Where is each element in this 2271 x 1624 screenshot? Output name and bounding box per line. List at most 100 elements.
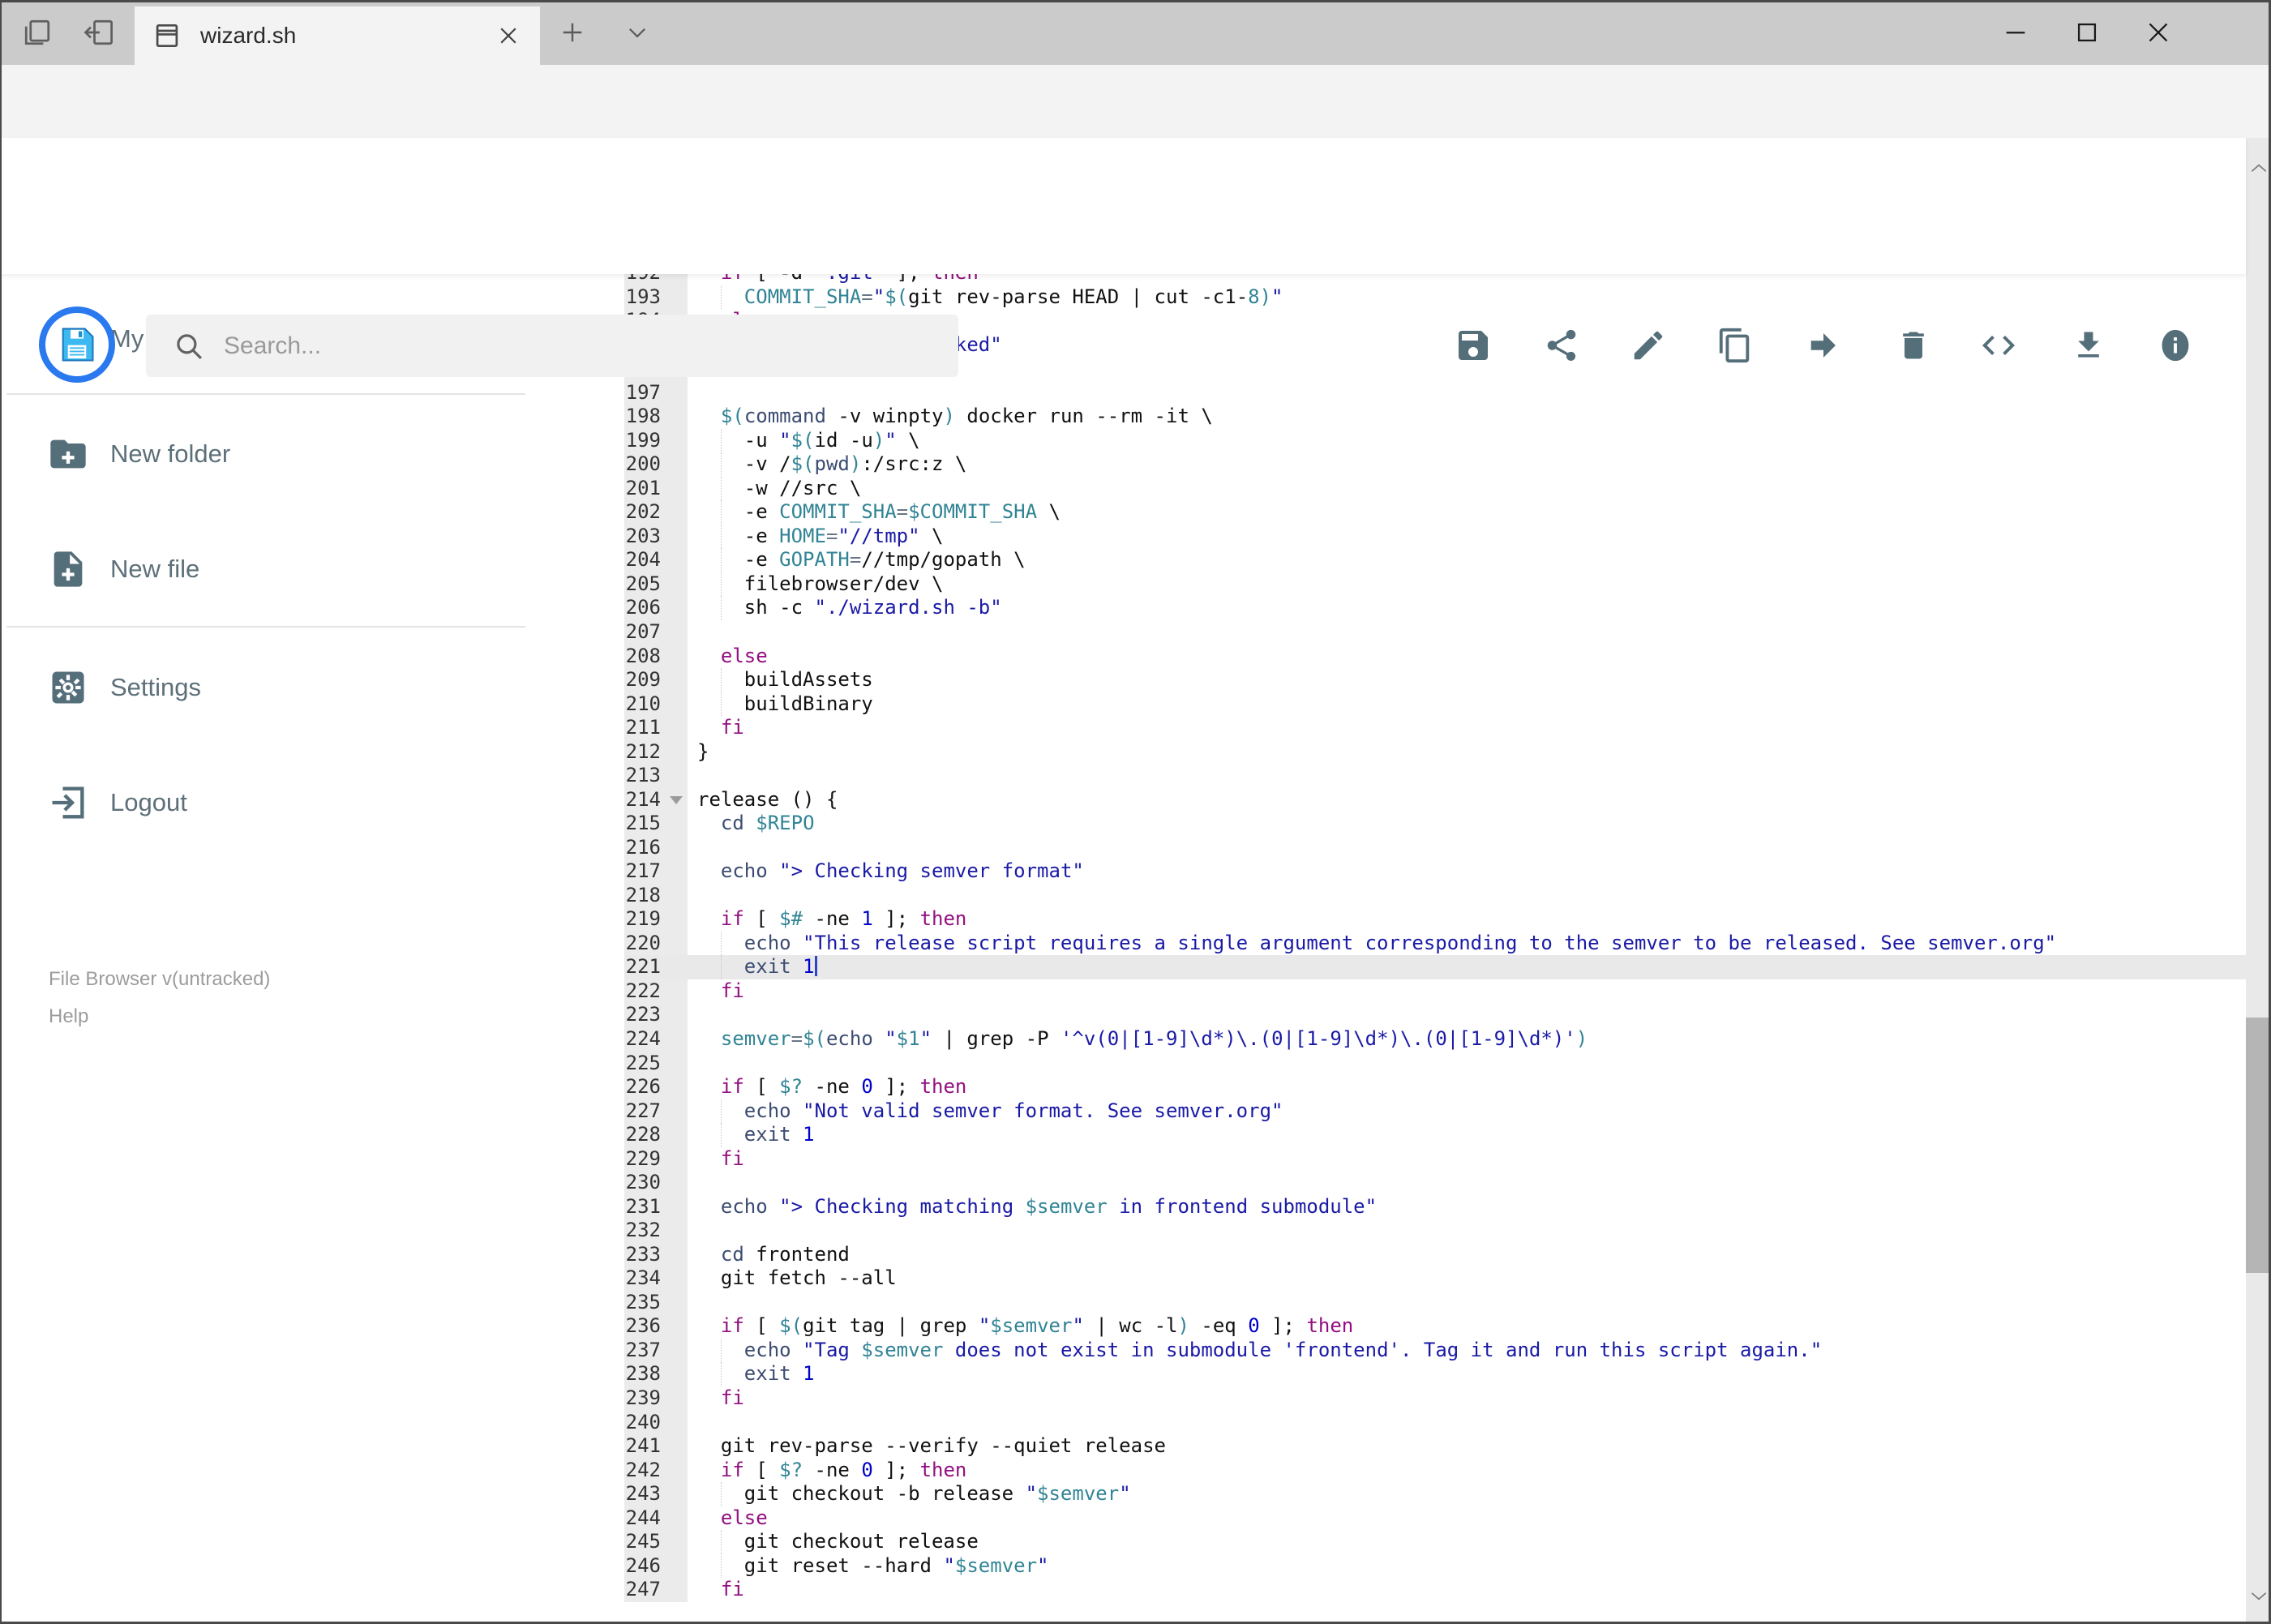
- tab-list-button[interactable]: [613, 13, 662, 52]
- tab-preview-button[interactable]: [13, 13, 62, 52]
- raw-code-button[interactable]: [1976, 323, 2021, 368]
- line-number: 235: [624, 1290, 688, 1315]
- set-tabs-aside-button[interactable]: [75, 13, 123, 52]
- search-box[interactable]: [146, 315, 958, 377]
- tab-close-icon[interactable]: [496, 24, 521, 48]
- code-editor[interactable]: 192 if [ -d ".git" ]; then193 COMMIT_SHA…: [624, 274, 2246, 1622]
- info-icon: [2157, 327, 2194, 364]
- code-lines: 192 if [ -d ".git" ]; then193 COMMIT_SHA…: [624, 274, 2246, 1602]
- code-line[interactable]: 235: [624, 1290, 2246, 1315]
- info-button[interactable]: [2153, 323, 2198, 368]
- code-line[interactable]: 218: [624, 883, 2246, 908]
- code-line[interactable]: 220 echo "This release script requires a…: [624, 931, 2246, 956]
- code-line[interactable]: 199 -u "$(id -u)" \: [624, 428, 2246, 453]
- filebrowser-logo[interactable]: [39, 306, 115, 383]
- code-line[interactable]: 245 git checkout release: [624, 1530, 2246, 1554]
- sidebar-item-new-file[interactable]: New file: [24, 544, 559, 594]
- sidebar-divider: [6, 393, 525, 395]
- fold-arrow-icon[interactable]: [670, 795, 683, 804]
- code-line[interactable]: 201 -w //src \: [624, 476, 2246, 501]
- code-line[interactable]: 215 cd $REPO: [624, 812, 2246, 836]
- code-line[interactable]: 210 buildBinary: [624, 692, 2246, 717]
- code-line[interactable]: 221 exit 1: [624, 955, 2246, 979]
- code-line[interactable]: 243 git checkout -b release "$semver": [624, 1482, 2246, 1506]
- save-button[interactable]: [1450, 323, 1496, 368]
- code-line[interactable]: 219 if [ $# -ne 1 ]; then: [624, 907, 2246, 932]
- code-line[interactable]: 211 fi: [624, 716, 2246, 740]
- browser-tab[interactable]: wizard.sh: [135, 6, 540, 65]
- code-line[interactable]: 214 release () {: [624, 787, 2246, 812]
- line-number: 197: [624, 380, 688, 405]
- code-line[interactable]: 234 git fetch --all: [624, 1266, 2246, 1291]
- help-link[interactable]: Help: [49, 1005, 88, 1028]
- code-line[interactable]: 236 if [ $(git tag | grep "$semver" | wc…: [624, 1314, 2246, 1339]
- sidebar: My files New folder New file Settings Lo…: [0, 274, 624, 1624]
- code-line[interactable]: 205 filebrowser/dev \: [624, 572, 2246, 597]
- code-line[interactable]: 229 fi: [624, 1146, 2246, 1172]
- code-line[interactable]: 198 $(command -v winpty) docker run --rm…: [624, 405, 2246, 429]
- scrollbar-thumb[interactable]: [2246, 1018, 2271, 1273]
- folder-plus-icon: [47, 433, 89, 475]
- code-line[interactable]: 230: [624, 1171, 2246, 1195]
- code-line[interactable]: 202 -e COMMIT_SHA=$COMMIT_SHA \: [624, 500, 2246, 525]
- move-button[interactable]: [1801, 323, 1846, 368]
- new-tab-button[interactable]: [548, 13, 597, 52]
- close-window-button[interactable]: [2123, 10, 2193, 55]
- rename-button[interactable]: [1626, 323, 1671, 368]
- code-line[interactable]: 213: [624, 764, 2246, 788]
- code-line[interactable]: 216: [624, 835, 2246, 860]
- code-line[interactable]: 247 fi: [624, 1578, 2246, 1602]
- delete-button[interactable]: [1891, 323, 1936, 368]
- code-line[interactable]: 239 fi: [624, 1386, 2246, 1411]
- code-line[interactable]: 246 git reset --hard "$semver": [624, 1553, 2246, 1579]
- set-tabs-aside-icon: [81, 15, 117, 50]
- line-number: 247: [624, 1578, 688, 1602]
- scroll-down-icon[interactable]: [2246, 1579, 2271, 1612]
- code-line[interactable]: 238 exit 1: [624, 1362, 2246, 1386]
- floppy-disk-icon: [56, 324, 98, 366]
- code-line[interactable]: 241 git rev-parse --verify --quiet relea…: [624, 1434, 2246, 1459]
- code-line[interactable]: 207: [624, 619, 2246, 645]
- line-number: 236: [624, 1314, 688, 1339]
- sidebar-item-new-folder[interactable]: New folder: [24, 429, 559, 479]
- search-input[interactable]: [222, 331, 890, 361]
- sidebar-item-logout[interactable]: Logout: [24, 778, 559, 828]
- code-line[interactable]: 203 -e HOME="//tmp" \: [624, 524, 2246, 549]
- code-line[interactable]: 208 else: [624, 644, 2246, 669]
- code-line[interactable]: 192 if [ -d ".git" ]; then: [624, 274, 2246, 285]
- code-line[interactable]: 237 echo "Tag $semver does not exist in …: [624, 1338, 2246, 1363]
- code-line[interactable]: 224 semver=$(echo "$1" | grep -P '^v(0|[…: [624, 1027, 2246, 1052]
- code-line[interactable]: 231 echo "> Checking matching $semver in…: [624, 1194, 2246, 1219]
- scroll-up-icon[interactable]: [2246, 152, 2271, 185]
- maximize-button[interactable]: [2052, 10, 2122, 55]
- code-line[interactable]: 228 exit 1: [624, 1123, 2246, 1147]
- code-line[interactable]: 240: [624, 1410, 2246, 1435]
- code-line[interactable]: 244 else: [624, 1506, 2246, 1531]
- code-line[interactable]: 212}: [624, 739, 2246, 765]
- code-line[interactable]: 209 buildAssets: [624, 668, 2246, 692]
- code-line[interactable]: 223: [624, 1003, 2246, 1027]
- minimize-button[interactable]: [1981, 10, 2050, 55]
- share-button[interactable]: [1539, 323, 1584, 368]
- code-line[interactable]: 204 -e GOPATH=//tmp/gopath \: [624, 548, 2246, 572]
- code-line[interactable]: 222 fi: [624, 979, 2246, 1004]
- code-line[interactable]: 200 -v /$(pwd):/src:z \: [624, 452, 2246, 477]
- copy-button[interactable]: [1712, 323, 1758, 368]
- line-number: 241: [624, 1434, 688, 1459]
- code-line[interactable]: 226 if [ $? -ne 0 ]; then: [624, 1075, 2246, 1099]
- download-button[interactable]: [2066, 323, 2111, 368]
- scrollbar[interactable]: [2246, 138, 2271, 1624]
- code-line[interactable]: 242 if [ $? -ne 0 ]; then: [624, 1458, 2246, 1483]
- code-line[interactable]: 217 echo "> Checking semver format": [624, 859, 2246, 884]
- line-number: 203: [624, 524, 688, 549]
- code-line[interactable]: 193 COMMIT_SHA="$(git rev-parse HEAD | c…: [624, 285, 2246, 310]
- code-line[interactable]: 225: [624, 1051, 2246, 1076]
- code-line[interactable]: 233 cd frontend: [624, 1242, 2246, 1267]
- gear-icon: [47, 666, 89, 709]
- sidebar-item-settings[interactable]: Settings: [24, 662, 559, 713]
- code-line[interactable]: 206 sh -c "./wizard.sh -b": [624, 596, 2246, 620]
- line-number: 198: [624, 405, 688, 429]
- code-line[interactable]: 227 echo "Not valid semver format. See s…: [624, 1099, 2246, 1124]
- code-line[interactable]: 197: [624, 380, 2246, 405]
- code-line[interactable]: 232: [624, 1219, 2246, 1243]
